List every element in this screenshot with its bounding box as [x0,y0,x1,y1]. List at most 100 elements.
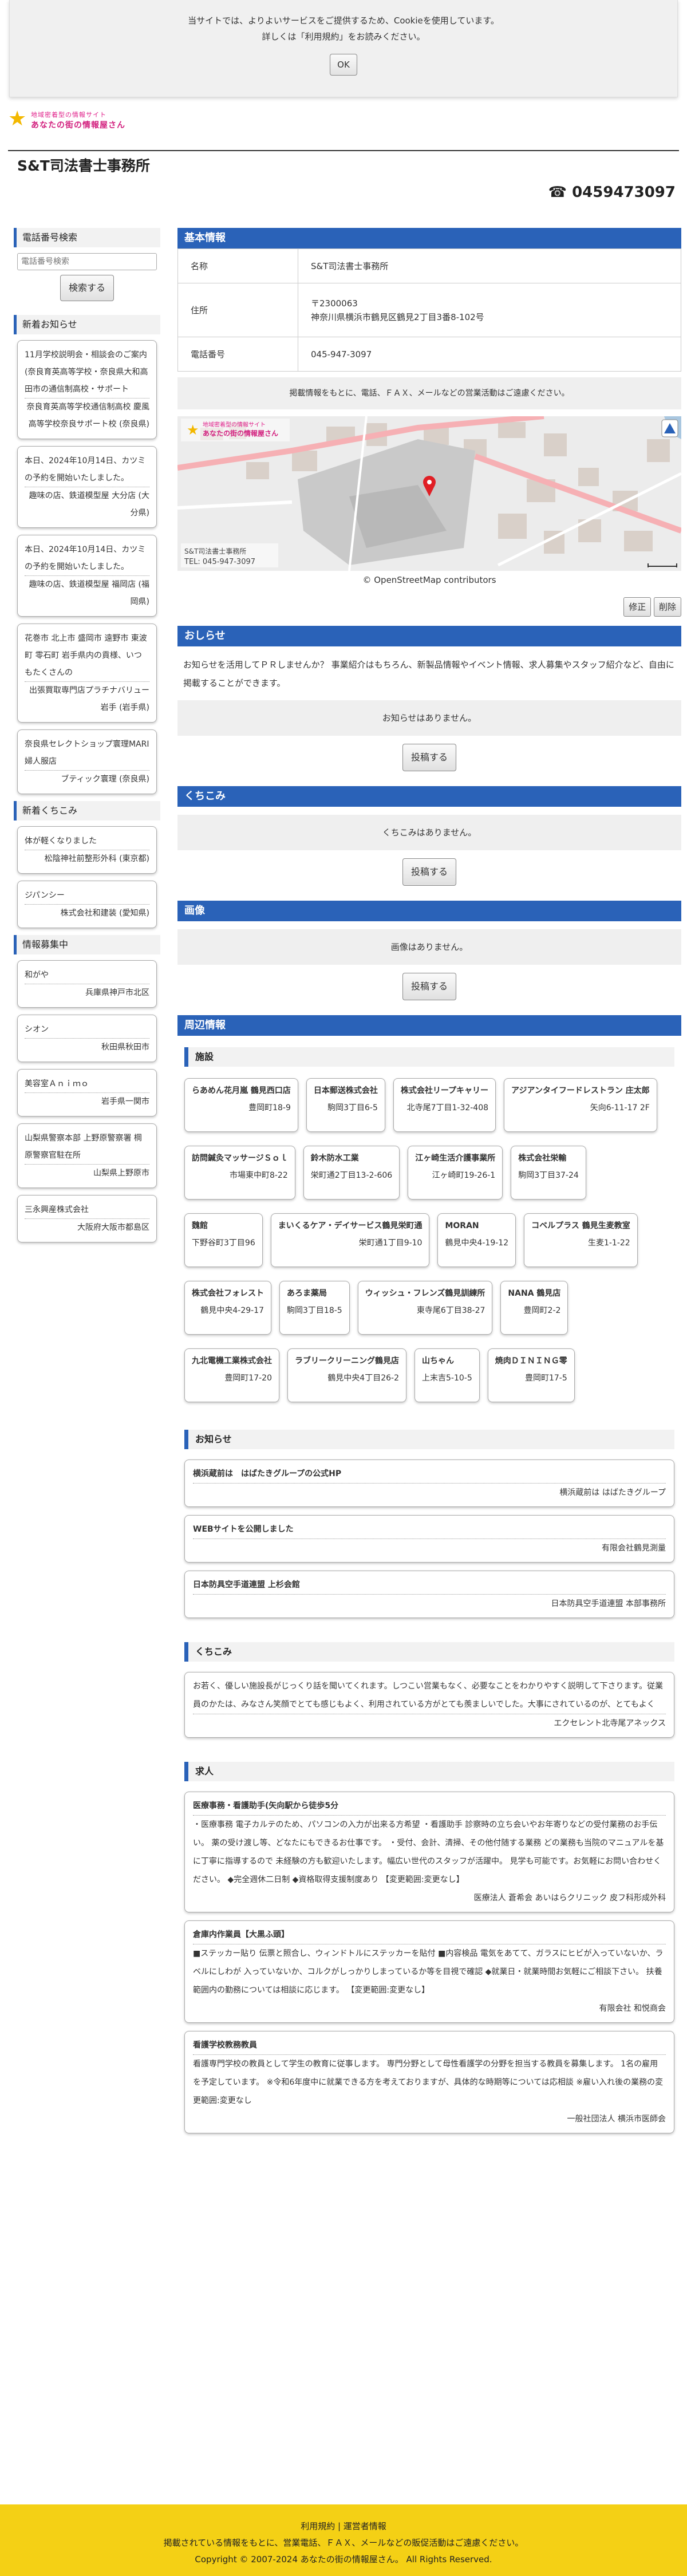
map-caption-name: S&T司法書士事務所 [184,547,246,555]
job-card[interactable]: 倉庫内作業員【大黒ふ頭】 ■ステッカー貼り 伝票と照合し、ウィンドトルにステッカー… [184,1920,674,2023]
review-card-source: 株式会社和建装 (愛知県) [25,904,149,922]
image-post-button[interactable]: 投稿する [402,973,456,1000]
shop-name: 鈴木防水工業 [310,1154,359,1163]
kuchikomi-heading: くちこみ [177,786,681,807]
shop-card[interactable]: 江ヶ崎生活介護事業所 江ヶ崎町19-26-1 [408,1146,503,1200]
map-caption: S&T司法書士事務所 TEL: 045-947-3097 [181,543,278,567]
phone-search-input[interactable] [17,253,157,270]
star-icon: ★ [8,107,27,131]
info-card[interactable]: 和がや 兵庫県神戸市北区 [17,960,157,1008]
footer: 利用規約 | 運営者情報 掲載されている情報をもとに、営業電話、ＦＡＸ、メールな… [0,2504,687,2576]
review-card[interactable]: ジパンシー株式会社和建装 (愛知県) [17,881,157,928]
news-card[interactable]: WEBサイトを公開しました 有限会社鶴見測量 [184,1515,674,1563]
info-card[interactable]: 美容室Ａｎｉｍｏ 岩手県一関市 [17,1069,157,1117]
shop-name: MORAN [445,1221,479,1230]
notice-card[interactable]: 本日、2024年10月14日、カツミの予約を開始いたしました。 趣味の店、鉄道模型… [17,446,157,528]
review-source: エクセレント北寺尾アネックス [193,1714,666,1733]
shop-card[interactable]: 株式会社栄輸 駒岡3丁目37-24 [511,1146,586,1200]
kuchikomi-post-button[interactable]: 投稿する [402,858,456,886]
shop-address: 鶴見中央4丁目26-2 [327,1374,399,1383]
info-card-source: 兵庫県神戸市北区 [25,984,149,1001]
nearby-reviews-section: くちこみ [177,1626,681,1672]
shop-card[interactable]: 焼肉ＤＩＮＩＮＧ零 豊岡町17-5 [487,1348,575,1402]
shop-name: NANA 鶴見店 [508,1289,561,1298]
shop-card[interactable]: MORAN 鶴見中央4-19-12 [437,1213,516,1267]
news-title: 横浜蔵前は はばたきグループの公式HP [193,1465,666,1484]
review-card[interactable]: お若く、優しい施設長がじっくり話を聞いてくれます。しつこい営業もなく、必要なこと… [184,1672,674,1738]
cookie-ok-button[interactable]: OK [330,54,357,76]
row-key: 名称 [177,248,298,283]
job-title: 倉庫内作業員【大黒ふ頭】 [193,1926,666,1944]
map-logo-name: あなたの街の情報屋さん [203,429,278,437]
info-card-source: 秋田県秋田市 [25,1038,149,1056]
fix-button[interactable]: 修正 [623,597,652,617]
header-phone: ☎ 0459473097 [548,184,676,201]
notice-post-button[interactable]: 投稿する [402,744,456,771]
shop-card[interactable]: まいくるケア・デイサービス鶴見栄町通 栄町通1丁目9-10 [270,1213,430,1267]
footer-note: 掲載されている情報をもとに、営業電話、ＦＡＸ、メールなどの販促活動はご遠慮くださ… [163,2538,524,2548]
shop-address: 豊岡町2-2 [523,1306,561,1315]
nearby-news-section: お知らせ [177,1416,681,1459]
basic-info-row: 住所 〒2300063 神奈川県横浜市鶴見区鶴見2丁目3番8-102号 [177,283,681,337]
shop-name: アジアンタイフードレストラン 庄太郎 [511,1086,650,1095]
notice-card[interactable]: 奈良県セレクトショップ寰理MARI 婦人服店 ブティック寰理 (奈良県) [17,729,157,794]
review-card-text: 体が軽くなりました [25,837,97,846]
map-caption-tel: TEL: 045-947-3097 [184,558,255,566]
shop-card[interactable]: らあめん花月嵐 鶴見西口店 豊岡町18-9 [184,1078,298,1132]
shop-card[interactable]: あろま薬局 駒岡3丁目18-5 [279,1281,350,1335]
nearby-shops-section: 施設 [177,1036,681,1067]
review-card-text: ジパンシー [25,891,65,900]
shop-card[interactable]: 株式会社リープキャリー 北寺尾7丁目1-32-408 [393,1078,496,1132]
notice-heading: おしらせ [177,626,681,646]
review-card[interactable]: 体が軽くなりました松陰神社前整形外科 (東京都) [17,826,157,874]
shop-address: 東寺尾6丁目38-27 [416,1306,485,1315]
nearby-reviews-heading: くちこみ [184,1642,674,1662]
shop-card[interactable]: ウィッシュ・フレンズ鶴見訓練所 東寺尾6丁目38-27 [357,1281,493,1335]
shop-address: 江ヶ崎町19-26-1 [432,1171,496,1180]
shop-name: 日本郵送株式会社 [313,1086,378,1095]
notice-card[interactable]: 11月学校説明会・相談会のご案内(奈良育英高等学校・奈良県大和高田市の通信制高校… [17,340,157,439]
shop-name: 株式会社リープキャリー [400,1086,489,1095]
shop-card[interactable]: NANA 鶴見店豊岡町2-2 [500,1281,568,1335]
row-value: 045-947-3097 [298,337,681,372]
review-card-source: 松陰神社前整形外科 (東京都) [25,850,149,867]
shop-address: 北寺尾7丁目1-32-408 [406,1103,489,1113]
compass-icon[interactable] [661,419,678,437]
shop-card[interactable]: 日本郵送株式会社 駒岡3丁目6-5 [306,1078,385,1132]
shop-card[interactable]: 山ちゃん 上末吉5-10-5 [414,1348,480,1402]
map-view[interactable]: ★ 地域密着型の情報サイト あなたの街の情報屋さん S&T司法書士事務所 TEL… [177,416,681,571]
basic-info-table: 名称 S&T司法書士事務所 住所 〒2300063 神奈川県横浜市鶴見区鶴見2丁… [177,248,681,372]
shop-card[interactable]: 訪問鍼灸マッサージＳｏｌ 市場東中町8-22 [184,1146,295,1200]
phone-search-button[interactable]: 検索する [60,275,114,301]
new-reviews-list: 体が軽くなりました松陰神社前整形外科 (東京都) ジパンシー株式会社和建装 (愛知… [14,826,160,928]
news-card[interactable]: 日本防具空手道連盟 上杉会館 日本防具空手道連盟 本部事務所 [184,1571,674,1618]
notice-description: お知らせを活用してＰＲしませんか？ 事業紹介はもちろん、新製品情報やイベント情報… [183,660,674,688]
basic-info-row: 電話番号 045-947-3097 [177,337,681,372]
info-card[interactable]: 三永興産株式会社 大阪府大阪市都島区 [17,1195,157,1242]
info-card[interactable]: 山梨県警察本部 上野原警察署 棡原警察官駐在所 山梨県上野原市 [17,1123,157,1188]
job-card[interactable]: 医療事務・看護助手(矢向駅から徒歩5分 ・医療事務 電子カルテのため、パソコンの入… [184,1792,674,1912]
shop-card[interactable]: 鈴木防水工業 栄町通2丁目13-2-606 [303,1146,400,1200]
site-logo[interactable]: ★ 地域密着型の情報サイト あなたの街の情報屋さん [8,106,128,133]
shop-card[interactable]: ラブリークリーニング鶴見店鶴見中央4丁目26-2 [287,1348,406,1402]
news-card[interactable]: 横浜蔵前は はばたきグループの公式HP 横浜蔵前は はばたきグループ [184,1459,674,1507]
shop-address: 豊岡町17-20 [224,1374,272,1383]
notice-card[interactable]: 花巻市 北上市 盛岡市 遠野市 東波町 零石町 岩手県内の貢様、いつもたくさんの… [17,624,157,723]
map-credit[interactable]: © OpenStreetMap contributors [177,573,681,587]
shop-card[interactable]: 株式会社フォレスト 鶴見中央4-29-17 [184,1281,271,1335]
shop-card[interactable]: アジアンタイフードレストラン 庄太郎 矢向6-11-17 2F [504,1078,657,1132]
footer-links[interactable]: 利用規約 | 運営者情報 [0,2518,687,2535]
shop-card[interactable]: 九北電機工業株式会社 豊岡町17-20 [184,1348,279,1402]
job-body: ・医療事務 電子カルテのため、パソコンの入力が出来る方希望 ・看護助手 診察時の… [193,1820,664,1884]
notice-card-source: 趣味の店、鉄道模型屋 大分店 (大分県) [25,487,149,522]
delete-button[interactable]: 削除 [653,597,681,617]
shop-name: あろま薬局 [287,1289,327,1298]
notice-card[interactable]: 本日、2024年10月14日、カツミの予約を開始いたしました。 趣味の店、鉄道模型… [17,535,157,617]
info-card[interactable]: シオン 秋田県秋田市 [17,1015,157,1062]
shop-card[interactable]: 魏館 下野谷町3丁目96 [184,1213,263,1267]
job-card[interactable]: 看護学校教務教員 看護専門学校の教員として学生の教育に従事します。 専門分野として… [184,2031,674,2133]
basic-info-row: 名称 S&T司法書士事務所 [177,248,681,283]
shop-name: ラブリークリーニング鶴見店 [295,1356,399,1366]
news-source: 有限会社鶴見測量 [602,1544,666,1553]
shop-card[interactable]: コベルプラス 鶴見生麦教室 生麦1-1-22 [524,1213,638,1267]
